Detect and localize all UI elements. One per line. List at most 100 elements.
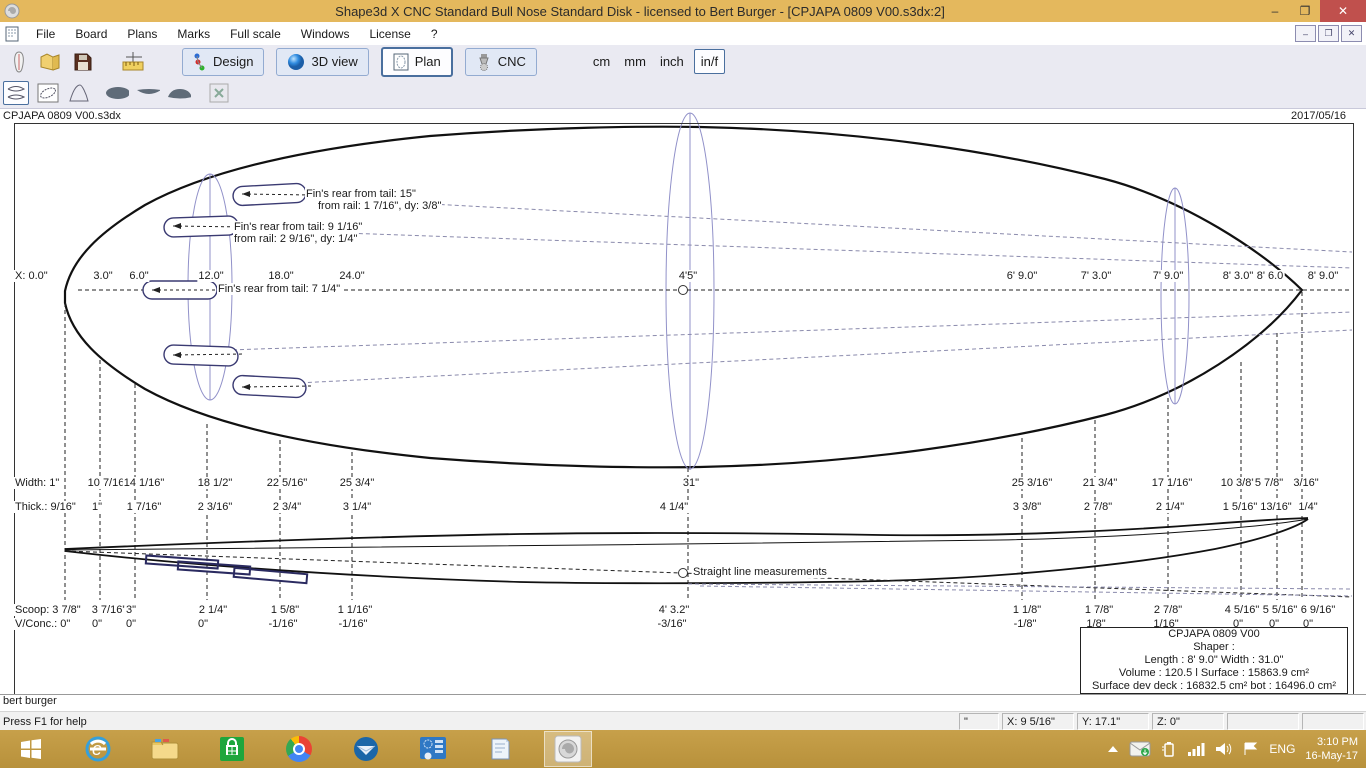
cursor-x-panel: X: 9 5/16" — [1002, 713, 1074, 730]
deck-shape-icon[interactable] — [167, 82, 191, 104]
mdi-restore-button[interactable]: ❐ — [1318, 25, 1339, 42]
plan-mode-label: Plan — [415, 54, 441, 69]
taskbar-store-icon[interactable] — [209, 732, 255, 766]
design-mode-button[interactable]: Design — [182, 48, 264, 76]
view-toolbar — [0, 78, 1366, 109]
scoop-value: 1 5/8" — [270, 604, 300, 616]
vconc-value: -1/16" — [268, 618, 299, 630]
start-button[interactable] — [8, 732, 54, 766]
unit-mm-button[interactable]: mm — [624, 54, 646, 69]
slices-view-icon[interactable] — [36, 82, 60, 104]
document-name-label: CPJAPA 0809 V00.s3dx — [2, 110, 122, 122]
plan-shape-icon[interactable] — [105, 82, 129, 104]
scoop-value: 1 1/8" — [1012, 604, 1042, 616]
menu-license[interactable]: License — [359, 24, 420, 44]
main-toolbar: Design 3D view Plan CNC cm mm inch in/f — [0, 45, 1366, 79]
thick-value: 1/4" — [1297, 501, 1318, 513]
tray-network-icon[interactable] — [1187, 742, 1205, 756]
board-owner-field[interactable]: bert burger — [0, 694, 1366, 711]
tray-battery-icon[interactable] — [1161, 741, 1177, 757]
thick-value: 1" — [91, 501, 103, 513]
taskbar-explorer-icon[interactable] — [142, 732, 188, 766]
menu-help[interactable]: ? — [421, 24, 448, 44]
menu-windows[interactable]: Windows — [291, 24, 360, 44]
scoop-value: 2 1/4" — [198, 604, 228, 616]
scoop-row-header: Scoop: 3 7/8" — [14, 604, 82, 616]
taskbar-thunderbird-icon[interactable] — [343, 732, 389, 766]
width-value: 18 1/2" — [197, 477, 234, 489]
measure-ruler-icon[interactable] — [120, 49, 146, 75]
x-value: 8' 9.0" — [1307, 270, 1339, 282]
taskbar-notepad-icon[interactable] — [477, 732, 523, 766]
design-mode-label: Design — [213, 54, 253, 69]
mdi-close-button[interactable]: ✕ — [1341, 25, 1362, 42]
save-file-icon[interactable] — [70, 49, 96, 75]
bottom-shape-icon[interactable] — [136, 82, 160, 104]
empty-panel — [1227, 713, 1299, 730]
tray-action-center-icon[interactable] — [1243, 742, 1259, 756]
thick-value: 1 7/16" — [126, 501, 163, 513]
taskbar-shape3d-icon[interactable] — [544, 731, 592, 767]
thick-value: 13/16" — [1259, 501, 1292, 513]
scoop-value: 5 5/16" — [1262, 604, 1299, 616]
x-value: 8' 3.0" — [1222, 270, 1254, 282]
tray-volume-icon[interactable] — [1215, 742, 1233, 756]
menu-plans[interactable]: Plans — [117, 24, 167, 44]
close-button[interactable]: ✕ — [1320, 0, 1366, 22]
x-value: 6' 9.0" — [1006, 270, 1038, 282]
help-hint: Press F1 for help — [0, 716, 87, 728]
width-value: 17 1/16" — [1151, 477, 1194, 489]
menu-full-scale[interactable]: Full scale — [220, 24, 291, 44]
window-title: Shape3d X CNC Standard Bull Nose Standar… — [20, 4, 1260, 19]
taskbar-chrome-icon[interactable] — [276, 732, 322, 766]
menu-file[interactable]: File — [26, 24, 65, 44]
restore-button[interactable]: ❐ — [1290, 0, 1320, 22]
taskbar-settings-app-icon[interactable] — [410, 732, 456, 766]
3d-view-mode-button[interactable]: 3D view — [276, 48, 368, 76]
unit-inch-button[interactable]: inch — [660, 54, 684, 69]
3d-view-mode-label: 3D view — [311, 54, 357, 69]
outline-view-icon[interactable] — [3, 81, 29, 105]
width-row-header: Width: 1" — [14, 477, 60, 489]
x-value: 8' 6.0 — [1256, 270, 1285, 282]
width-value: 14 1/16" — [123, 477, 166, 489]
3d-sphere-icon — [287, 53, 305, 71]
thick-value: 3 1/4" — [342, 501, 372, 513]
plan-mode-button[interactable]: Plan — [381, 47, 453, 77]
fin-note: from rail: 2 9/16", dy: 1/4" — [233, 233, 358, 245]
unit-inf-button[interactable]: in/f — [694, 49, 725, 74]
straight-line-label: Straight line measurements — [692, 566, 828, 578]
cnc-mode-button[interactable]: CNC — [465, 48, 537, 76]
menu-marks[interactable]: Marks — [167, 24, 220, 44]
unit-cm-button[interactable]: cm — [593, 54, 610, 69]
tray-chevron-icon[interactable] — [1107, 745, 1119, 753]
x-value: 3.0" — [92, 270, 113, 282]
x-value: 4'5" — [678, 270, 698, 282]
statusbar: Press F1 for help " X: 9 5/16" Y: 17.1" … — [0, 711, 1366, 731]
vconc-value: 0" — [197, 618, 209, 630]
scoop-value: 3" — [125, 604, 137, 616]
taskbar-clock[interactable]: 3:10 PM 16-May-17 — [1305, 735, 1358, 763]
open-file-icon[interactable] — [38, 49, 64, 75]
tray-mail-icon[interactable] — [1129, 741, 1151, 757]
board-info-box: CPJAPA 0809 V00 Shaper : Length : 8' 9.0… — [1080, 627, 1348, 694]
thick-value: 1 5/16" — [1222, 501, 1259, 513]
shaper-tool-icon[interactable] — [6, 49, 32, 75]
svg-text:e: e — [92, 739, 102, 759]
export-icon[interactable] — [207, 82, 231, 104]
language-indicator[interactable]: ENG — [1269, 742, 1295, 756]
thick-value: 2 3/4" — [272, 501, 302, 513]
minimize-button[interactable]: – — [1260, 0, 1290, 22]
taskbar-ie-icon[interactable]: e — [75, 732, 121, 766]
fin-note: Fin's rear from tail: 9 1/16" — [233, 221, 363, 233]
fin-note: Fin's rear from tail: 7 1/4" — [217, 283, 341, 295]
vconc-row-header: V/Conc.: 0" — [14, 618, 71, 630]
scoop-value: 2 7/8" — [1153, 604, 1183, 616]
profile-view-icon[interactable] — [67, 82, 91, 104]
thick-value: 2 3/16" — [197, 501, 234, 513]
width-value: 25 3/4" — [339, 477, 376, 489]
x-value: 7' 3.0" — [1080, 270, 1112, 282]
mdi-minimize-button[interactable]: – — [1295, 25, 1316, 42]
menu-board[interactable]: Board — [65, 24, 117, 44]
clock-date: 16-May-17 — [1305, 749, 1358, 763]
